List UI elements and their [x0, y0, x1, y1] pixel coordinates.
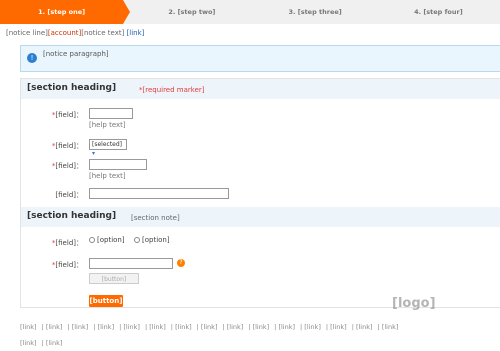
id-number-hint: [help text] — [89, 172, 126, 180]
help-icon[interactable]: ? — [177, 259, 185, 267]
result-title: [section heading] — [27, 211, 117, 221]
footer-link[interactable]: [link] — [175, 323, 192, 331]
notice-middle: [notice text] — [81, 29, 125, 37]
application-form: [section heading] *[required marker] *[f… — [20, 78, 500, 308]
email-input[interactable] — [89, 258, 173, 269]
result-header: [section heading] [section note] — [21, 207, 500, 227]
footer-link[interactable]: [link] — [20, 339, 37, 347]
basic-info-title: [section heading] — [27, 83, 117, 93]
footer-link[interactable]: [link] — [46, 323, 63, 331]
step-1: 1. [step one] — [0, 0, 124, 24]
address-input[interactable] — [89, 188, 229, 199]
id-number-input[interactable] — [89, 159, 147, 170]
step-3: 3. [step three] — [254, 0, 377, 24]
tip-text: [notice paragraph] — [43, 50, 109, 58]
region-selected-value: [selected] — [92, 141, 123, 148]
notice-account: [account] — [47, 29, 82, 37]
footer-link[interactable]: [link] — [304, 323, 321, 331]
step-3-label: 3. [step three] — [288, 8, 342, 16]
basic-info-header: [section heading] *[required marker] — [21, 79, 500, 99]
step-arrow-icon — [123, 0, 131, 24]
email-option-label: [option] — [142, 236, 170, 244]
footer-link[interactable]: [link] — [149, 323, 166, 331]
footer-link[interactable]: [link] — [356, 323, 373, 331]
footer-link[interactable]: [link] — [278, 323, 295, 331]
id-number-label: *[field]： — [51, 162, 83, 170]
region-label: *[field]： — [51, 142, 83, 150]
result-note: [section note] — [131, 214, 180, 222]
send-verify-button[interactable]: [button] — [89, 273, 139, 284]
real-name-input[interactable] — [89, 108, 133, 119]
step-2: 2. [step two] — [130, 0, 253, 24]
result-method-label: *[field]： — [51, 239, 83, 247]
info-tip-box: ! [notice paragraph] — [20, 45, 500, 72]
region-select[interactable]: [selected] ▾ — [89, 139, 127, 157]
email-label: *[field]： — [51, 261, 83, 269]
footer-link[interactable]: [link] — [330, 323, 347, 331]
step-2-label: 2. [step two] — [168, 8, 216, 16]
footer-link[interactable]: [link] — [72, 323, 89, 331]
chevron-down-icon: ▾ — [92, 150, 96, 157]
footer-link[interactable]: [link] — [253, 323, 270, 331]
footer-link[interactable]: [link] — [201, 323, 218, 331]
account-notice: [notice line][account][notice text] [lin… — [6, 29, 144, 37]
footer-link[interactable]: [link] — [227, 323, 244, 331]
watermark-logo: [logo] — [392, 296, 436, 311]
step-4-label: 4. [step four] — [414, 8, 463, 16]
footer-link[interactable]: [link] — [98, 323, 115, 331]
footer-link[interactable]: [link] — [46, 339, 63, 347]
step-progress-bar: 1. [step one] 2. [step two] 3. [step thr… — [0, 0, 500, 24]
notice-prefix: [notice line] — [6, 29, 48, 37]
step-1-label: 1. [step one] — [38, 8, 86, 16]
info-icon: ! — [27, 53, 37, 63]
relogin-link[interactable]: [link] — [127, 29, 145, 37]
next-step-button[interactable]: [button] — [89, 295, 123, 307]
footer-link[interactable]: [link] — [123, 323, 140, 331]
email-radio[interactable] — [134, 237, 140, 243]
phone-radio[interactable] — [89, 237, 95, 243]
phone-option-label: [option] — [97, 236, 125, 244]
real-name-hint: [help text] — [89, 121, 126, 129]
footer-link[interactable]: [link] — [20, 323, 37, 331]
step-4: 4. [step four] — [377, 0, 500, 24]
real-name-label: *[field]： — [51, 111, 83, 119]
required-note: *[required marker] — [139, 86, 205, 94]
address-label: [field]： — [55, 191, 83, 199]
